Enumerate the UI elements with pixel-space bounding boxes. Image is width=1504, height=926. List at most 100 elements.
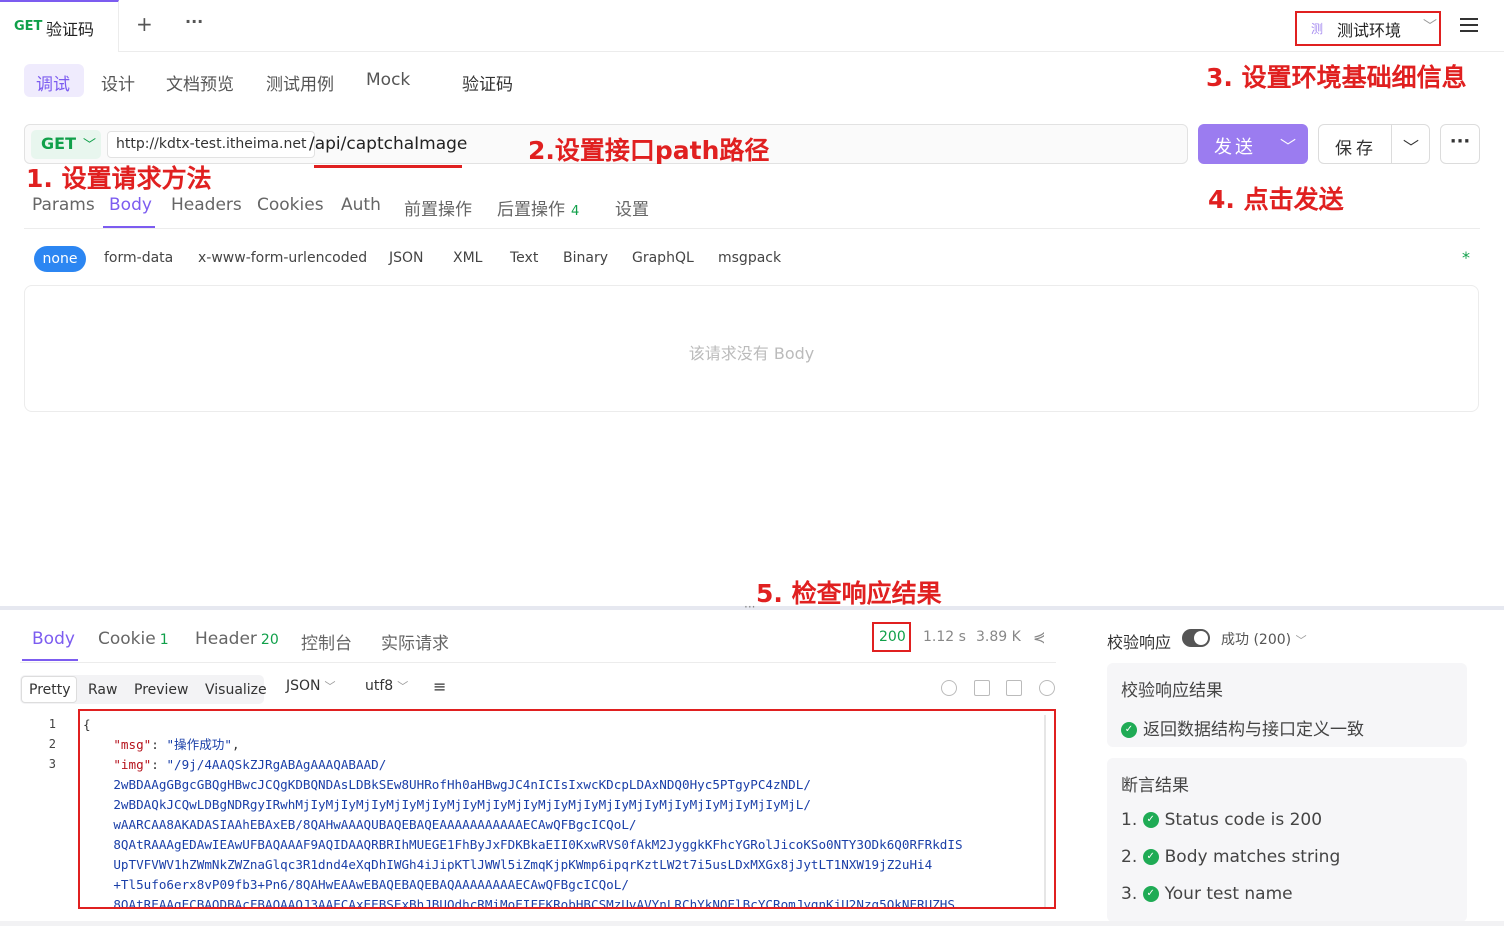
json-value-line: +Tl5ufo6erx8vP09fb3+Pn6/8QAHwEAAwEBAQEBA… <box>83 875 963 895</box>
assertion-result-card: 断言结果 1. ✓ Status code is 200 2. ✓ Body mat… <box>1107 758 1467 922</box>
json-value-line: 8QAtREAAgECBAQDBAcFBAQAAQJ3AAECAxEEBSExB… <box>83 895 963 909</box>
body-type-binary[interactable]: Binary <box>563 250 608 266</box>
divider <box>1391 125 1392 163</box>
body-type-msgpack[interactable]: msgpack <box>718 250 781 266</box>
json-value-line: wAARCAA8AKADASIAAhEBAxEB/8QAHwAAAQUBAQEB… <box>83 815 963 835</box>
response-time: 1.12 s <box>923 629 966 645</box>
tab-settings[interactable]: 设置 <box>615 195 649 220</box>
tab-pre-operations[interactable]: 前置操作 <box>404 195 472 220</box>
json-value-text: 8QAtREAAgECBAQDBAcFBAQAAQJ3AAECAxEEBSExB… <box>113 897 955 909</box>
encoding-select[interactable]: utf8 ﹀ <box>365 678 408 694</box>
json-value-text: wAARCAA8AKADASIAAhEBAxEB/8QAHwAAAQUBAQEB… <box>113 817 637 832</box>
json-value-text: 2wBDAAgGBgcGBQgHBwcJCQgKDBQNDAsLDBkSEw8U… <box>113 777 811 792</box>
body-type-form-data[interactable]: form-data <box>104 250 173 266</box>
header-count-badge: 20 <box>260 632 279 648</box>
send-button[interactable]: 发送 ﹀ <box>1198 124 1308 164</box>
card-title: 断言结果 <box>1121 776 1189 796</box>
tab-body[interactable]: Body <box>109 195 152 215</box>
body-type-text[interactable]: Text <box>510 250 538 266</box>
line-numbers: 1 2 3 <box>36 714 56 774</box>
annotation-set-environment: 3. 设置环境基础细信息 <box>1206 63 1467 92</box>
json-line: "msg": "操作成功", <box>113 737 240 752</box>
path-input[interactable]: /api/captchaImage <box>309 134 467 154</box>
more-tabs-icon[interactable]: ··· <box>185 12 203 31</box>
format-select[interactable]: JSON ﹀ <box>286 678 336 694</box>
chevron-down-icon[interactable]: ﹀ <box>1280 133 1296 157</box>
request-tab-bar: GET 验证码 + ··· 测 测试环境 ﹀ <box>0 0 1504 52</box>
subtab-test-cases[interactable]: 测试用例 <box>266 70 334 95</box>
subtab-design[interactable]: 设计 <box>101 70 135 95</box>
subtab-debug[interactable]: 调试 <box>36 70 70 95</box>
chevron-down-icon: ﹀ <box>1295 634 1307 647</box>
chevron-down-icon: ﹀ <box>397 680 409 693</box>
subtab-mock[interactable]: Mock <box>366 70 410 90</box>
body-type-urlencoded[interactable]: x-www-form-urlencoded <box>198 250 367 266</box>
json-line: "img": "/9j/4AAQSkZJRgABAgAAAQABAAD/ <box>113 757 387 772</box>
json-content: { "msg": "操作成功", "img": "/9j/4AAQSkZJRgA… <box>83 715 963 909</box>
status-code-badge: 200 <box>872 622 911 652</box>
search-icon[interactable] <box>1039 680 1055 696</box>
empty-body-text: 该请求没有 Body <box>688 344 815 363</box>
annotation-check-response: 5. 检查响应结果 <box>756 579 942 608</box>
assertion-item: 1. ✓ Status code is 200 <box>1121 810 1322 830</box>
view-mode-visualize[interactable]: Visualize <box>205 682 267 698</box>
divider <box>20 662 1056 663</box>
validate-response-toggle[interactable] <box>1182 629 1210 647</box>
environment-selector[interactable]: 测 测试环境 ﹀ <box>1295 11 1441 46</box>
method-select[interactable]: GET ﹀ <box>31 130 101 159</box>
add-tab-icon[interactable]: + <box>136 12 153 36</box>
json-key: "msg" <box>113 737 152 752</box>
json-value-line: 2wBDAAgGBgcGBQgHBwcJCQgKDBQNDAsLDBkSEw8U… <box>83 775 963 795</box>
tab-auth[interactable]: Auth <box>341 195 381 215</box>
view-mode-preview[interactable]: Preview <box>134 682 189 698</box>
base-url-chip[interactable]: http://kdtx-test.itheima.net <box>107 131 316 158</box>
more-options-button[interactable]: ··· <box>1440 124 1480 164</box>
response-tab-console[interactable]: 控制台 <box>301 629 352 654</box>
upload-icon[interactable] <box>941 680 957 696</box>
response-tab-cookie[interactable]: Cookie 1 <box>98 629 169 649</box>
check-circle-icon: ✓ <box>1142 886 1159 902</box>
save-button[interactable]: 保存 ﹀ <box>1318 124 1430 164</box>
line-number: 2 <box>48 737 56 751</box>
line-number: 1 <box>48 717 56 731</box>
body-type-graphql[interactable]: GraphQL <box>632 250 694 266</box>
tab-post-operations[interactable]: 后置操作 4 <box>497 195 579 220</box>
validation-result-card: 校验响应结果 ✓ 返回数据结构与接口定义一致 <box>1107 663 1467 747</box>
response-tab-body[interactable]: Body <box>32 629 75 649</box>
post-count-badge: 4 <box>571 204 580 219</box>
tab-params[interactable]: Params <box>32 195 95 215</box>
validation-status-select[interactable]: 成功 (200) ﹀ <box>1221 629 1307 649</box>
body-type-json[interactable]: JSON <box>389 250 424 266</box>
validation-result-text: 返回数据结构与接口定义一致 <box>1143 720 1364 740</box>
chevron-down-icon[interactable]: ﹀ <box>1403 134 1419 158</box>
copy-icon[interactable] <box>1006 680 1022 696</box>
annotation-set-path: 2.设置接口path路径 <box>528 136 770 165</box>
drag-handle-icon[interactable]: ··· <box>744 600 755 614</box>
json-value-text: UpTVFVWV1hZWmNkZWZnaGlqc3R1dnd4eXqDhIWGh… <box>113 857 933 872</box>
json-value: "操作成功" <box>166 737 232 752</box>
view-mode-pretty[interactable]: Pretty <box>29 682 71 698</box>
assertion-index: 2. <box>1121 847 1138 867</box>
response-tab-actual-request[interactable]: 实际请求 <box>381 629 449 654</box>
view-mode-raw[interactable]: Raw <box>88 682 117 698</box>
body-type-xml[interactable]: XML <box>453 250 482 266</box>
divider <box>24 228 1480 229</box>
validate-response-title: 校验响应 <box>1107 633 1172 652</box>
request-body-area: 该请求没有 Body <box>24 285 1479 412</box>
validation-result-line: ✓ 返回数据结构与接口定义一致 <box>1121 715 1364 740</box>
hamburger-menu-icon[interactable] <box>1458 14 1480 36</box>
tab-cookies[interactable]: Cookies <box>257 195 324 215</box>
share-icon[interactable]: ⋞ <box>1033 628 1046 646</box>
assertion-index: 3. <box>1121 884 1138 904</box>
download-icon[interactable] <box>974 680 990 696</box>
assertion-text: Body matches string <box>1164 847 1341 867</box>
request-tab-captcha[interactable]: GET 验证码 <box>0 0 119 52</box>
response-tab-header[interactable]: Header 20 <box>195 629 279 649</box>
scrollbar[interactable] <box>1044 715 1046 907</box>
response-body-code[interactable]: { "msg": "操作成功", "img": "/9j/4AAQSkZJRgA… <box>78 709 1056 909</box>
wrap-lines-icon[interactable]: ≡ <box>433 677 446 696</box>
body-type-none[interactable]: none <box>34 246 86 272</box>
subtab-doc-preview[interactable]: 文档预览 <box>166 70 234 95</box>
tab-headers[interactable]: Headers <box>171 195 242 215</box>
json-value-line: UpTVFVWV1hZWmNkZWZnaGlqc3R1dnd4eXqDhIWGh… <box>83 855 963 875</box>
